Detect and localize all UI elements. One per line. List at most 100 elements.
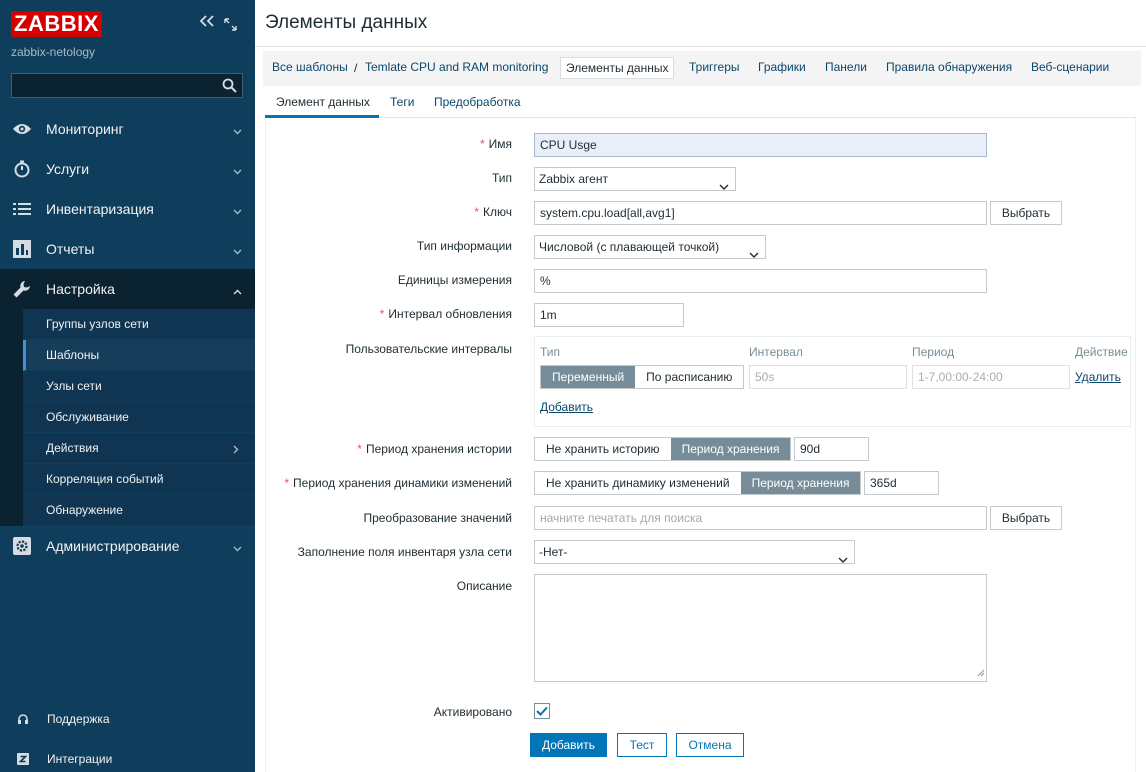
zabbix-logo[interactable]: ZABBIX [11, 11, 102, 37]
trends-input[interactable]: 365d [864, 471, 939, 495]
description-textarea[interactable] [534, 574, 987, 682]
tab-preprocessing[interactable]: Предобработка [434, 95, 521, 109]
valuemap-label: Преобразование значений [363, 511, 512, 525]
chevron-down-icon [838, 548, 848, 570]
key-input[interactable]: system.cpu.load[all,avg1] [534, 201, 987, 225]
sidebar-search-input[interactable] [12, 74, 212, 97]
submenu-item-discovery[interactable]: Обнаружение [23, 495, 255, 526]
trends-period-option[interactable]: Период хранения [740, 472, 861, 494]
footer-integrations-link[interactable]: Интеграции [0, 744, 255, 772]
submenu-item-templates[interactable]: Шаблоны [23, 340, 255, 371]
add-button[interactable]: Добавить [530, 733, 607, 757]
enabled-checkbox[interactable] [534, 703, 550, 719]
description-label: Описание [456, 579, 512, 593]
submenu-label: Обслуживание [46, 410, 129, 424]
checkmark-icon [536, 706, 548, 716]
submenu-label: Шаблоны [46, 348, 100, 362]
menu-label: Отчеты [46, 241, 95, 257]
sidebar-search [11, 73, 243, 98]
chevron-down-icon [233, 124, 242, 138]
collapse-sidebar-icon[interactable] [199, 14, 215, 33]
key-select-button[interactable]: Выбрать [990, 201, 1062, 225]
sidebar: ZABBIX zabbix-netology Мониторинг Услуги [0, 0, 255, 772]
item-form: * Имя CPU Usge Тип Zabbix агент * Ключ sys… [265, 118, 1136, 772]
menu-item-reports[interactable]: Отчеты [0, 229, 255, 269]
trends-label: * Период хранения динамики изменений [284, 476, 512, 490]
breadcrumb-all-templates[interactable]: Все шаблоны [267, 57, 353, 79]
search-icon[interactable] [222, 78, 237, 96]
menu-item-services[interactable]: Услуги [0, 149, 255, 189]
submenu-item-hosts[interactable]: Узлы сети [23, 371, 255, 402]
menu-item-monitoring[interactable]: Мониторинг [0, 109, 255, 149]
remove-interval-link[interactable]: Удалить [1075, 370, 1121, 384]
inventory-select[interactable]: -Нет- [534, 540, 855, 564]
chevron-down-icon [233, 244, 242, 258]
kiosk-mode-icon[interactable] [224, 18, 237, 31]
submenu-label: Узлы сети [46, 379, 102, 393]
interval-header-type: Тип [540, 345, 561, 359]
units-label: Единицы измерения [397, 273, 512, 287]
footer-label: Интеграции [47, 752, 113, 766]
test-button[interactable]: Тест [617, 733, 667, 757]
type-label: Тип [491, 171, 512, 185]
type-select[interactable]: Zabbix агент [534, 167, 736, 191]
scheduling-option[interactable]: По расписанию [635, 366, 744, 388]
key-label: * Ключ [474, 205, 512, 219]
instance-name: zabbix-netology [11, 45, 96, 59]
headset-icon [16, 712, 30, 726]
wrench-icon [12, 279, 32, 299]
integrations-z-icon [16, 752, 30, 766]
submenu-item-actions[interactable]: Действия [23, 433, 255, 464]
menu-item-administration[interactable]: Администрирование [0, 526, 255, 566]
submenu-label: Обнаружение [46, 503, 123, 517]
chevron-down-icon [233, 204, 242, 218]
valuemap-select-button[interactable]: Выбрать [990, 506, 1062, 530]
custom-interval-input[interactable]: 50s [749, 365, 907, 389]
history-period-option[interactable]: Период хранения [670, 438, 791, 460]
submenu-label: Корреляция событий [46, 472, 164, 486]
template-navigation: Все шаблоны / Temlate CPU and RAM monito… [263, 51, 1141, 86]
submenu-item-event-correlation[interactable]: Корреляция событий [23, 464, 255, 495]
footer-label: Поддержка [47, 712, 110, 726]
custom-intervals-table: Тип Интервал Период Действие Переменный … [534, 336, 1131, 427]
header-divider [255, 46, 1146, 47]
valuemap-input[interactable]: начните печатать для поиска [534, 506, 987, 530]
tab-dashboards[interactable]: Панели [820, 57, 872, 79]
update-interval-input[interactable]: 1m [534, 303, 684, 327]
flexible-option[interactable]: Переменный [541, 366, 636, 388]
submenu-item-maintenance[interactable]: Обслуживание [23, 402, 255, 433]
tab-discovery-rules[interactable]: Правила обнаружения [881, 57, 1017, 79]
name-label: * Имя [479, 137, 512, 151]
trends-off-option[interactable]: Не хранить динамику изменений [535, 472, 741, 494]
interval-header-interval: Интервал [749, 345, 803, 359]
units-input[interactable]: % [534, 269, 987, 293]
name-input[interactable]: CPU Usge [534, 133, 987, 157]
stopwatch-icon [12, 159, 32, 179]
menu-item-configuration[interactable]: Настройка [0, 269, 255, 309]
tab-tags[interactable]: Теги [390, 95, 414, 109]
custom-period-input[interactable]: 1-7,00:00-24:00 [912, 365, 1070, 389]
add-interval-link[interactable]: Добавить [540, 400, 593, 414]
tab-items[interactable]: Элементы данных [560, 57, 675, 79]
history-off-option[interactable]: Не хранить историю [535, 438, 671, 460]
menu-item-inventory[interactable]: Инвентаризация [0, 189, 255, 229]
breadcrumb-separator: / [354, 61, 358, 75]
submenu-item-host-groups[interactable]: Группы узлов сети [23, 309, 255, 340]
tab-web-scenarios[interactable]: Веб-сценарии [1026, 57, 1114, 79]
form-tabs: Элемент данных Теги Предобработка [265, 86, 1136, 118]
tab-triggers[interactable]: Триггеры [684, 57, 745, 79]
tab-item[interactable]: Элемент данных [276, 95, 370, 109]
chevron-down-icon [233, 541, 242, 555]
resize-grip-icon[interactable] [977, 666, 985, 680]
custom-intervals-label: Пользовательские интервалы [345, 342, 512, 356]
list-icon [12, 199, 32, 219]
tab-graphs[interactable]: Графики [753, 57, 811, 79]
footer-support-link[interactable]: Поддержка [0, 704, 255, 734]
breadcrumb-template[interactable]: Temlate CPU and RAM monitoring [360, 57, 553, 79]
menu-label: Услуги [46, 161, 90, 177]
chevron-down-icon [233, 164, 242, 178]
info-type-select[interactable]: Числовой (с плавающей точкой) [534, 235, 766, 259]
history-input[interactable]: 90d [794, 437, 869, 461]
bar-chart-icon [12, 239, 32, 259]
cancel-button[interactable]: Отмена [676, 733, 744, 757]
